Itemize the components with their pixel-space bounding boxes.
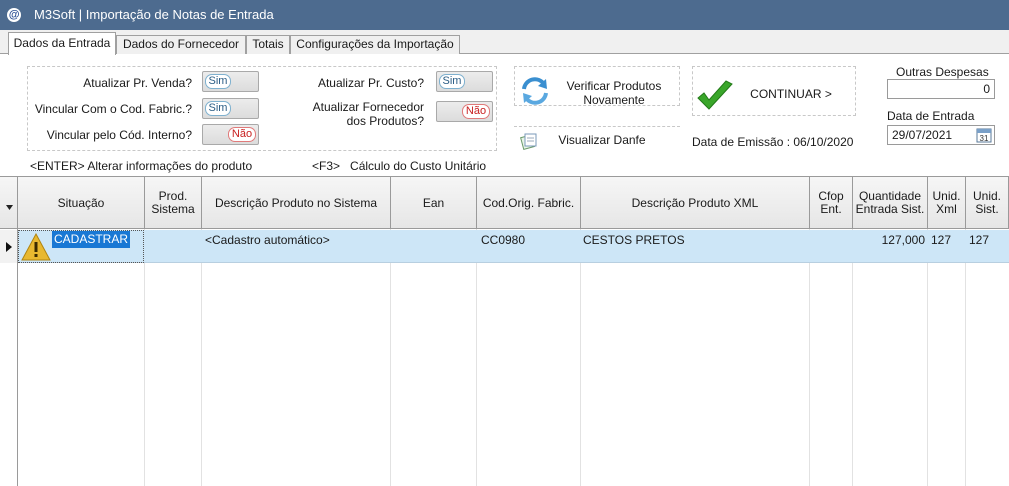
grid-line: [809, 229, 810, 486]
grid-line: [927, 229, 928, 486]
atualizar-pr-venda-toggle[interactable]: Sim: [202, 71, 259, 92]
table-row[interactable]: CADASTRAR <Cadastro automático> CC0980 C…: [0, 230, 1009, 263]
verificar-produtos-button[interactable]: Verificar Produtos Novamente: [514, 66, 680, 107]
situacao-cell[interactable]: CADASTRAR: [18, 230, 144, 263]
cfop-ent-cell[interactable]: [810, 230, 853, 263]
vincular-cod-fabric-label: Vincular Com o Cod. Fabric.?: [34, 102, 192, 116]
atualizar-fornecedor-toggle[interactable]: Não: [436, 101, 493, 122]
atualizar-pr-custo-label: Atualizar Pr. Custo?: [317, 76, 424, 90]
hint-f3: <F3> Cálculo do Custo Unitário: [312, 159, 487, 173]
products-grid[interactable]: Situação Prod. Sistema Descrição Produto…: [0, 176, 1009, 486]
grid-line: [965, 229, 966, 486]
vincular-cod-fabric-toggle[interactable]: Sim: [202, 98, 259, 119]
calendar-day: 31: [980, 134, 989, 143]
document-icon: [520, 132, 538, 153]
toggle-value: Não: [462, 104, 490, 119]
visualizar-danfe-label: Visualizar Danfe: [558, 133, 646, 147]
vincular-cod-interno-toggle[interactable]: Não: [202, 124, 259, 145]
atualizar-fornecedor-label-line2: dos Produtos?: [346, 114, 424, 128]
outras-despesas-input[interactable]: 0: [887, 79, 995, 99]
app-logo-icon: @: [7, 8, 21, 22]
tab-dados-da-entrada[interactable]: Dados da Entrada: [8, 32, 116, 55]
descricao-xml-cell[interactable]: CESTOS PRETOS: [580, 230, 809, 263]
quantidade-cell[interactable]: 127,000: [853, 230, 928, 263]
col-unid-sist[interactable]: Unid. Sist.: [966, 177, 1009, 229]
grid-line: [476, 229, 477, 486]
grid-line: [580, 229, 581, 486]
toggle-value: Sim: [439, 74, 465, 89]
calendar-icon[interactable]: 31: [976, 127, 992, 146]
title-bar: @ M3Soft | Importação de Notas de Entrad…: [0, 0, 1009, 30]
grid-line: [17, 229, 18, 486]
grid-line: [201, 229, 202, 486]
tab-configuracoes-importacao[interactable]: Configurações da Importação: [290, 35, 460, 54]
col-situacao[interactable]: Situação: [18, 177, 145, 229]
checkmark-icon: [695, 79, 735, 118]
tab-bar: Dados da Entrada Dados do Fornecedor Tot…: [0, 32, 1009, 55]
unid-xml-cell[interactable]: 127: [928, 230, 966, 263]
data-entrada-value: 29/07/2021: [892, 128, 953, 142]
data-entrada-label: Data de Entrada: [887, 109, 975, 123]
refresh-icon: [519, 75, 551, 110]
atualizar-pr-custo-toggle[interactable]: Sim: [436, 71, 493, 92]
continuar-label: CONTINUAR >: [750, 87, 832, 101]
grid-indicator-header[interactable]: [0, 177, 18, 229]
toggle-value: Não: [228, 127, 256, 142]
grid-line: [390, 229, 391, 486]
dropdown-arrow-icon[interactable]: [6, 199, 13, 213]
descricao-sistema-cell[interactable]: <Cadastro automático>: [202, 230, 391, 263]
col-cod-orig-fabric[interactable]: Cod.Orig. Fabric.: [477, 177, 581, 229]
continuar-button[interactable]: CONTINUAR >: [692, 66, 856, 116]
prod-sistema-cell[interactable]: [145, 230, 202, 263]
ean-cell[interactable]: [391, 230, 477, 263]
verificar-line2: Novamente: [583, 93, 645, 107]
unid-sist-cell[interactable]: 127: [966, 230, 1009, 263]
warning-icon: [21, 232, 51, 264]
cod-orig-fabric-cell[interactable]: CC0980: [478, 230, 581, 263]
tab-dados-do-fornecedor[interactable]: Dados do Fornecedor: [116, 35, 246, 54]
grid-line: [144, 229, 145, 486]
col-descricao-sistema[interactable]: Descrição Produto no Sistema: [202, 177, 391, 229]
outras-despesas-label: Outras Despesas: [896, 65, 989, 79]
grid-line: [852, 229, 853, 486]
col-cfop-ent[interactable]: Cfop Ent.: [810, 177, 853, 229]
hint-enter: <ENTER> Alterar informações do produto: [30, 159, 253, 173]
window-title: M3Soft | Importação de Notas de Entrada: [34, 7, 274, 22]
toggle-value: Sim: [205, 101, 231, 116]
atualizar-pr-venda-label: Atualizar Pr. Venda?: [83, 76, 192, 90]
atualizar-fornecedor-label-line1: Atualizar Fornecedor: [312, 100, 424, 114]
col-unid-xml[interactable]: Unid. Xml: [928, 177, 966, 229]
situacao-value: CADASTRAR: [52, 231, 131, 248]
current-row-arrow-icon: [6, 241, 12, 255]
visualizar-danfe-button[interactable]: Visualizar Danfe: [514, 126, 680, 156]
col-ean[interactable]: Ean: [391, 177, 477, 229]
col-prod-sistema[interactable]: Prod. Sistema: [145, 177, 202, 229]
data-emissao-text: Data de Emissão : 06/10/2020: [692, 135, 854, 149]
keyboard-hints: <ENTER> Alterar informações do produto <…: [0, 157, 1009, 175]
grid-header: Situação Prod. Sistema Descrição Produto…: [0, 177, 1009, 229]
vincular-cod-interno-label: Vincular pelo Cód. Interno?: [46, 128, 192, 142]
col-descricao-xml[interactable]: Descrição Produto XML: [581, 177, 810, 229]
col-quantidade[interactable]: Quantidade Entrada Sist.: [853, 177, 928, 229]
row-indicator[interactable]: [0, 230, 18, 263]
tab-totais[interactable]: Totais: [246, 35, 290, 54]
verificar-line1: Verificar Produtos: [566, 79, 662, 93]
toggle-value: Sim: [205, 74, 231, 89]
